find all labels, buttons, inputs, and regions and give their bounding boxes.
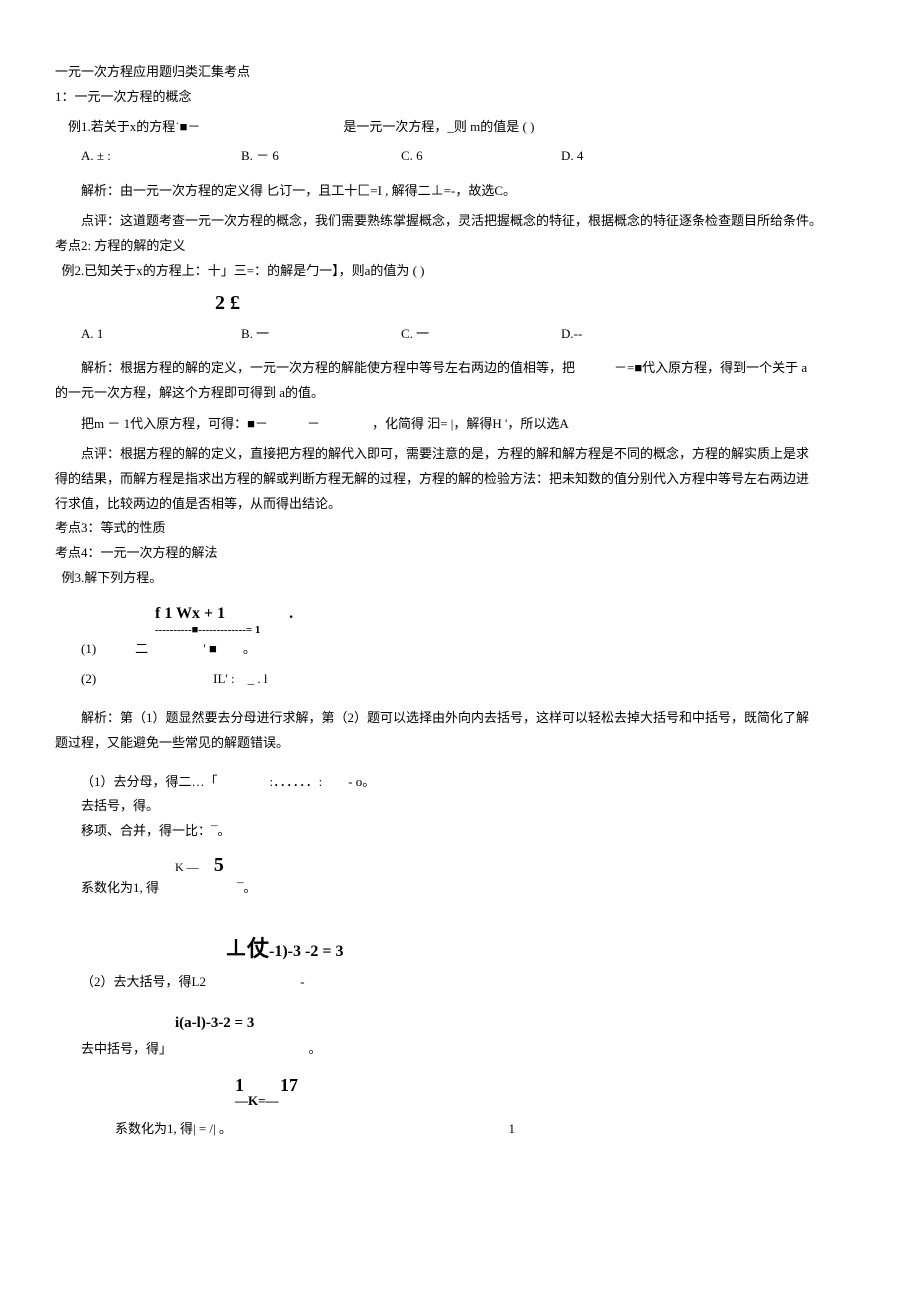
ex2-opt-a: A. 1 bbox=[81, 322, 241, 347]
ex2-stem: 例2.已知关于x的方程上：十」三=：的解是勹一】，则a的值为 ( ) bbox=[62, 259, 866, 284]
ex3-step3: 移项、合并，得一比：¯。 bbox=[81, 819, 865, 844]
ex2-opt-b: B. 一 bbox=[241, 322, 401, 347]
ex2-fraction: 2 £ bbox=[215, 284, 240, 322]
ex2-comment-1: 点评：根据方程的解的定义，直接把方程的解代入即可，需要注意的是，方程的解和解方程… bbox=[55, 442, 865, 467]
ex3-eq2: (2) IL' : _ . l bbox=[81, 667, 865, 692]
ex1-options: A. ± : B. － 6 C. 6 D. 4 bbox=[81, 144, 865, 169]
ex2-analysis-2: 的一元一次方程，解这个方程即可得到 a的值。 bbox=[55, 381, 865, 406]
ex3-part2: （2）去大括号，得L2 - bbox=[81, 970, 865, 995]
ex3-s4a: K ― bbox=[175, 860, 211, 874]
page-number: 1 bbox=[509, 1117, 516, 1142]
ex1-stem: 例1.若关于x的方程˙■－ 是一元一次方程，_则 m的值是 ( ) bbox=[68, 115, 865, 140]
ex3-last-eq-bot: —K=— bbox=[235, 1094, 865, 1107]
kp3-title: 考点3：等式的性质 bbox=[55, 516, 865, 541]
ex3-mid: 去中括号，得」 。 bbox=[81, 1037, 865, 1062]
ex2-options: A. 1 B. 一 C. 一 D.-- bbox=[81, 322, 865, 347]
ex2-opt-d: D.-- bbox=[561, 322, 721, 347]
ex3-p2-big: ⊥仗 bbox=[225, 936, 269, 961]
ex3-last-eq: 1 17 —K=— bbox=[235, 1076, 865, 1107]
ex3-step2: 去括号，得。 bbox=[81, 794, 865, 819]
ex3-p2-tail: -1)-3 -2 = 3 bbox=[269, 943, 343, 960]
ex3-eq1: (1) 二 ' ■ 。 bbox=[81, 637, 865, 662]
ex3-last-eq-top: 1 17 bbox=[235, 1076, 865, 1094]
page-footer: 系数化为1, 得| = /| 。 1 bbox=[55, 1117, 865, 1142]
ex3-step4: 系数化为1, 得 ¯。 bbox=[81, 876, 865, 901]
ex3-mid-eq: i(a-l)-3-2 = 3 bbox=[175, 1009, 865, 1038]
ex1-opt-a: A. ± : bbox=[81, 144, 241, 169]
ex3-analysis-1: 解析：第（1）题显然要去分母进行求解，第（2）题可以选择由外向内去括号，这样可以… bbox=[55, 706, 865, 731]
ex3-eq1-fraction: f 1 Wx + 1 . ----------■-------------= 1 bbox=[155, 604, 865, 636]
doc-title: 一元一次方程应用题归类汇集考点 bbox=[55, 60, 865, 85]
ex3-analysis-2: 题过程，又能避免一些常见的解题错误。 bbox=[55, 731, 865, 756]
ex3-step1: （1）去分母，得二…「 :．．．．．．: - o。 bbox=[81, 770, 865, 795]
ex3-frac-line: ----------■-------------= 1 bbox=[155, 624, 865, 637]
ex2-opt-c: C. 一 bbox=[401, 322, 561, 347]
kp4-title: 考点4：一元一次方程的解法 bbox=[55, 541, 865, 566]
kp2-title: 考点2: 方程的解的定义 bbox=[55, 234, 865, 259]
ex1-opt-b: B. － 6 bbox=[241, 144, 401, 169]
kp1-title: 1：一元一次方程的概念 bbox=[55, 85, 865, 110]
ex2-comment-2: 得的结果，而解方程是指求出方程的解或判断方程无解的过程，方程的解的检验方法：把未… bbox=[55, 467, 865, 492]
ex3-step4-frac: K ― 5 bbox=[175, 854, 865, 876]
ex2-analysis-1: 解析：根据方程的解的定义，一元一次方程的解能使方程中等号左右两边的值相等，把 －… bbox=[55, 356, 865, 381]
ex2-substitution: 把m － 1代入原方程，可得：■－ － ，化简得 汩= |，解得H '，所以选A bbox=[55, 412, 865, 437]
ex3-last: 系数化为1, 得| = /| 。 bbox=[115, 1117, 232, 1142]
ex2-comment-3: 行求值，比较两边的值是否相等，从而得出结论。 bbox=[55, 492, 865, 517]
ex1-opt-d: D. 4 bbox=[561, 144, 721, 169]
ex3-part2-eq: ⊥仗-1)-3 -2 = 3 bbox=[225, 928, 865, 970]
ex1-opt-c: C. 6 bbox=[401, 144, 561, 169]
ex1-comment: 点评：这道题考查一元一次方程的概念，我们需要熟练掌握概念，灵活把握概念的特征，根… bbox=[55, 209, 865, 234]
ex1-analysis: 解析：由一元一次方程的定义得 匕订一，且工十匚=I , 解得二⊥=-，故选C。 bbox=[55, 179, 865, 204]
ex3-s4b: 5 bbox=[214, 854, 224, 876]
ex3-frac-top: f 1 Wx + 1 . bbox=[155, 604, 865, 623]
ex3-stem: 例3.解下列方程。 bbox=[62, 566, 866, 591]
